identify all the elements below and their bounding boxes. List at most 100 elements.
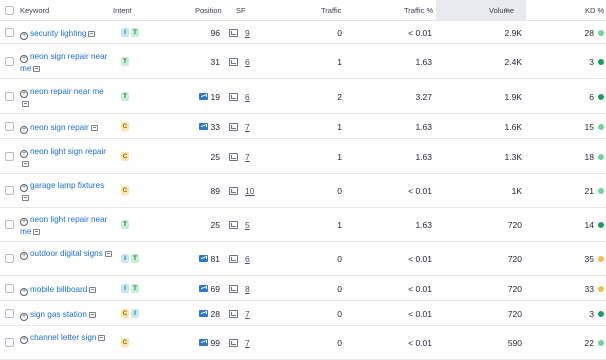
add-keyword-icon[interactable]: + <box>20 218 28 226</box>
keyword-text[interactable]: channel letter sign <box>30 333 96 342</box>
header-intent[interactable]: Intent <box>113 0 132 21</box>
table-header: Keyword Intent Position SF Traffic Traff… <box>0 0 606 21</box>
serp-features-icon[interactable] <box>229 285 238 293</box>
keyword-text[interactable]: neon light sign repair <box>30 147 106 156</box>
keyword-text[interactable]: security lighting <box>30 29 86 38</box>
serp-features-icon[interactable] <box>229 255 238 263</box>
traffic-pct-value: < 0.01 <box>408 338 432 348</box>
serp-features-icon[interactable] <box>229 221 238 229</box>
keyword-text[interactable]: mobile billboard <box>30 285 87 294</box>
row-checkbox[interactable] <box>5 57 14 66</box>
serp-features-count[interactable]: 6 <box>245 92 250 102</box>
add-keyword-icon[interactable]: + <box>20 150 28 158</box>
keyword-link[interactable]: + mobile billboard <box>20 284 112 296</box>
serp-features-icon[interactable] <box>229 339 238 347</box>
keyword-link[interactable]: + neon light sign repair <box>20 146 112 169</box>
serp-features-icon[interactable] <box>229 153 238 161</box>
serp-features-icon[interactable] <box>229 187 238 195</box>
header-kd[interactable]: KD % <box>585 0 604 21</box>
header-volume[interactable]: Volume <box>489 0 514 21</box>
keyword-link[interactable]: + neon sign repair near me <box>20 51 112 74</box>
serp-features-count[interactable]: 10 <box>245 186 254 196</box>
traffic-value: 2 <box>337 92 342 102</box>
traffic-value: 0 <box>337 254 342 264</box>
keyword-text[interactable]: neon repair near me <box>30 87 104 96</box>
traffic-pct-value: < 0.01 <box>408 284 432 294</box>
serp-features-count[interactable]: 7 <box>245 122 250 132</box>
keyword-link[interactable]: + garage lamp fixtures <box>20 180 112 203</box>
header-traffic[interactable]: Traffic <box>321 0 341 21</box>
serp-features-icon[interactable] <box>229 310 238 318</box>
serp-features-count[interactable]: 5 <box>245 220 250 230</box>
serp-preview-icon[interactable] <box>88 31 96 37</box>
serp-features-count[interactable]: 6 <box>245 254 250 264</box>
serp-preview-icon[interactable] <box>98 335 106 341</box>
serp-preview-icon[interactable] <box>22 195 29 201</box>
row-checkbox[interactable] <box>5 186 14 195</box>
row-checkbox[interactable] <box>5 220 14 229</box>
row-checkbox[interactable] <box>5 284 14 293</box>
intent-badge: T <box>131 254 139 263</box>
intent-badge: I <box>131 309 139 318</box>
keyword-link[interactable]: + neon light repair near me <box>20 214 112 237</box>
keyword-text[interactable]: sign gas station <box>30 310 87 319</box>
serp-features-count[interactable]: 8 <box>245 284 250 294</box>
serp-preview-icon[interactable] <box>90 125 98 131</box>
serp-preview-icon[interactable] <box>22 161 29 167</box>
add-keyword-icon[interactable]: + <box>20 184 28 192</box>
add-keyword-icon[interactable]: + <box>20 252 28 260</box>
serp-preview-icon[interactable] <box>88 312 96 318</box>
keyword-link[interactable]: + sign gas station <box>20 309 112 321</box>
row-checkbox[interactable] <box>5 338 14 347</box>
position-value: 25 <box>210 152 220 162</box>
serp-features-count[interactable]: 7 <box>245 309 250 319</box>
serp-features-count[interactable]: 9 <box>245 28 250 38</box>
row-checkbox[interactable] <box>5 152 14 161</box>
row-checkbox[interactable] <box>5 28 14 37</box>
select-all-checkbox[interactable] <box>5 6 14 15</box>
serp-features-icon[interactable] <box>229 123 238 131</box>
serp-features-count[interactable]: 6 <box>245 57 250 67</box>
volume-value: 1.3K <box>504 152 523 162</box>
serp-features-icon[interactable] <box>229 58 238 66</box>
kd-difficulty-dot <box>598 340 604 346</box>
keyword-link[interactable]: + outdoor digital signs <box>20 248 112 260</box>
serp-features-count[interactable]: 7 <box>245 338 250 348</box>
header-position[interactable]: Position <box>195 0 222 21</box>
header-keyword[interactable]: Keyword <box>20 0 49 21</box>
add-keyword-icon[interactable]: + <box>20 90 28 98</box>
add-keyword-icon[interactable]: + <box>20 126 28 134</box>
keyword-text[interactable]: outdoor digital signs <box>30 249 103 258</box>
serp-preview-icon[interactable] <box>89 287 97 293</box>
serp-preview-icon[interactable] <box>33 229 41 235</box>
header-traffic-pct[interactable]: Traffic % <box>404 0 433 21</box>
serp-features-icon[interactable] <box>229 93 238 101</box>
serp-preview-icon[interactable] <box>33 66 41 72</box>
row-checkbox[interactable] <box>5 92 14 101</box>
keyword-link[interactable]: + neon sign repair <box>20 122 112 134</box>
add-keyword-icon[interactable]: + <box>20 55 28 63</box>
row-checkbox[interactable] <box>5 122 14 131</box>
keyword-link[interactable]: + neon repair near me <box>20 86 112 109</box>
serp-preview-icon[interactable] <box>22 101 29 107</box>
serp-features-count[interactable]: 7 <box>245 152 250 162</box>
row-checkbox[interactable] <box>5 309 14 318</box>
keyword-text[interactable]: neon sign repair <box>30 123 89 132</box>
kd-difficulty-dot <box>598 94 604 100</box>
sort-desc-icon[interactable]: ≡ <box>504 0 509 21</box>
row-checkbox[interactable] <box>5 254 14 263</box>
header-sf[interactable]: SF <box>236 0 246 21</box>
intent-badge: I <box>121 28 129 37</box>
position-value: 25 <box>210 220 220 230</box>
keyword-link[interactable]: + security lighting <box>20 28 112 40</box>
serp-preview-icon[interactable] <box>104 251 112 257</box>
add-keyword-icon[interactable]: + <box>20 313 28 321</box>
add-keyword-icon[interactable]: + <box>20 336 28 344</box>
volume-value: 2.9K <box>504 28 523 38</box>
serp-features-icon[interactable] <box>229 29 238 37</box>
keyword-link[interactable]: + channel letter sign <box>20 332 112 344</box>
keyword-text[interactable]: garage lamp fixtures <box>30 181 104 190</box>
add-keyword-icon[interactable]: + <box>20 32 28 40</box>
add-keyword-icon[interactable]: + <box>20 288 28 296</box>
kd-difficulty-dot <box>598 222 604 228</box>
